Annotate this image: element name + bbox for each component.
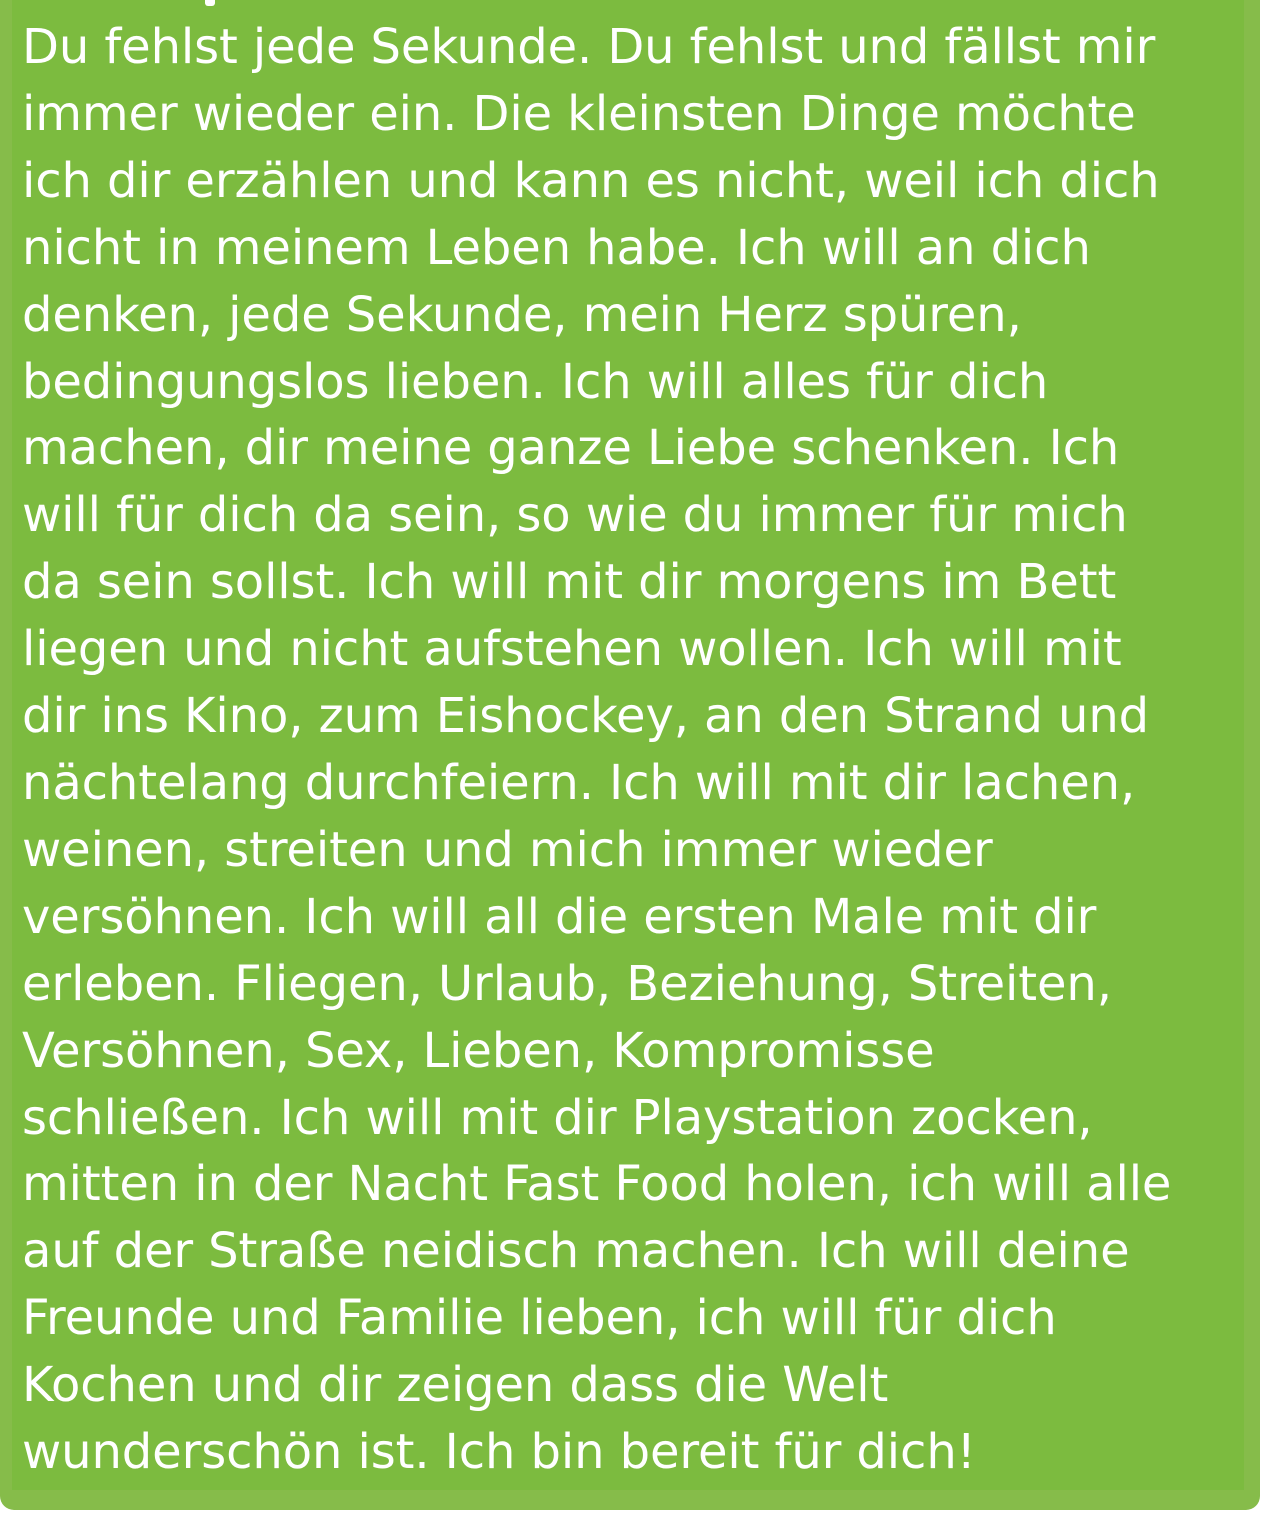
- message-line: Kochen und dir zeigen dass die Welt: [22, 1357, 889, 1414]
- message-line: weinen, streiten und mich immer wieder: [22, 821, 993, 878]
- message-line: liegen und nicht aufstehen wollen. Ich w…: [22, 621, 1122, 678]
- message-line: Du fehlst jede Sekunde. Du fehlst und fä…: [22, 19, 1156, 75]
- message-line: machen, dir meine ganze Liebe schenken. …: [22, 420, 1120, 477]
- message-line: mitten in der Nacht Fast Food holen, ich…: [22, 1156, 1172, 1213]
- message-line: nächtelang durchfeiern. Ich will mit dir…: [22, 754, 1136, 811]
- message-line: wunderschön ist. Ich bin bereit für dich…: [22, 1424, 976, 1481]
- message-line: will für dich da sein, so wie du immer f…: [22, 487, 1128, 544]
- message-bubble[interactable]: Du fehlst jede Sekunde. Du fehlst und fä…: [0, 0, 1260, 1510]
- message-line: Freunde und Familie lieben, ich will für…: [22, 1290, 1057, 1347]
- message-line: bedingungslos lieben. Ich will alles für…: [22, 353, 1049, 410]
- message-line: Versöhnen, Sex, Lieben, Kompromisse: [22, 1022, 935, 1079]
- message-line: erleben. Fliegen, Urlaub, Beziehung, Str…: [22, 955, 1112, 1012]
- message-line: schließen. Ich will mit dir Playstation …: [22, 1089, 1093, 1146]
- message-text: Du fehlst jede Sekunde. Du fehlst und fä…: [22, 14, 1244, 1486]
- message-line: denken, jede Sekunde, mein Herz spüren,: [22, 286, 1022, 343]
- previous-text-fragment: [205, 0, 215, 6]
- message-line: immer wieder ein. Die kleinsten Dinge mö…: [22, 85, 1136, 142]
- message-line: ich dir erzählen und kann es nicht, weil…: [22, 152, 1160, 209]
- message-line: nicht in meinem Leben habe. Ich will an …: [22, 219, 1091, 276]
- message-line: da sein sollst. Ich will mit dir morgens…: [22, 554, 1117, 611]
- message-line: auf der Straße neidisch machen. Ich will…: [22, 1223, 1130, 1280]
- message-line: dir ins Kino, zum Eishockey, an den Stra…: [22, 688, 1150, 745]
- message-line: versöhnen. Ich will all die ersten Male …: [22, 888, 1097, 945]
